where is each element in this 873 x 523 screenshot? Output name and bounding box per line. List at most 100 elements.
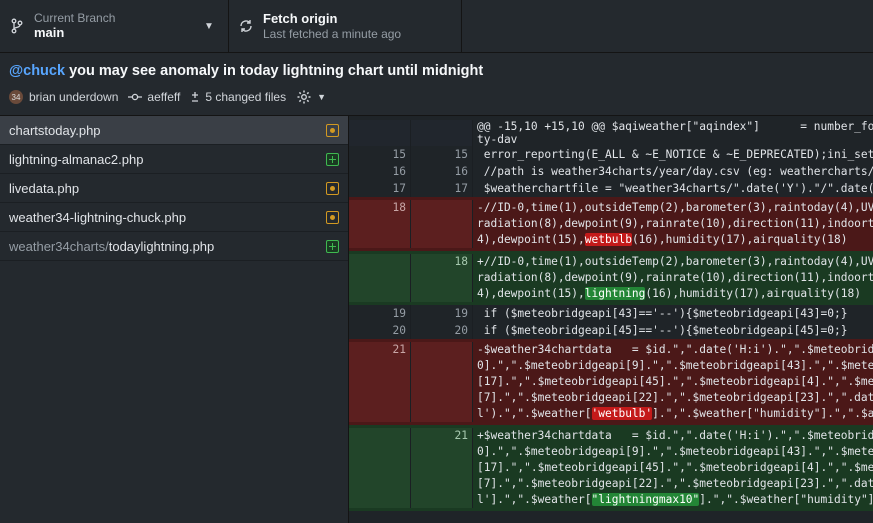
diff-deleted-line: 18 -//ID-0,time(1),outsideTemp(2),baromet… [349,197,873,251]
hash-value: aeffeff [147,90,181,104]
added-icon [326,239,339,253]
changed-files: 5 changed files [190,90,286,104]
code-line: l'].",".$weather["lightningmax10"].",".$… [477,492,873,508]
code-segment: l').",".$weather[ [477,407,592,420]
old-line-number: 17 [349,180,411,197]
chevron-down-icon: ▼ [317,92,326,102]
code-text: if ($meteobridgeapi[45]=='--'){$meteobri… [477,324,848,337]
code-line: [7].",".$meteobridgeapi[22].",".$meteobr… [477,391,873,404]
new-line-number: 18 [411,254,473,302]
new-line-number [411,342,473,422]
file-name: chartstoday.php [9,122,101,138]
code-segment: ].",".$weather["humidity"].",".$aq [652,407,873,420]
diff-view: @@ -15,10 +15,10 @@ $aqiweather["aqindex… [349,116,873,523]
old-line-number: 16 [349,163,411,180]
file-row[interactable]: weather34charts/todaylightning.php [0,232,348,261]
diff-context-line: 15 15 error_reporting(E_ALL & ~E_NOTICE &… [349,146,873,163]
old-line-number [349,254,411,302]
code-line: [17].",".$meteobridgeapi[45].",".$meteob… [477,461,873,474]
changed-token: wetbulb [584,233,632,246]
diff-context-line: 16 16 //path is weather34charts/year/day.… [349,163,873,180]
code-segment: 4),dewpoint(15), [477,287,585,300]
branch-value: main [34,25,65,40]
commit-header: @chuck you may see anomaly in today ligh… [0,53,873,116]
new-line-number: 16 [411,163,473,180]
user-mention[interactable]: @chuck [9,63,65,79]
file-row[interactable]: chartstoday.php [0,116,348,145]
settings-button[interactable]: ▼ [296,89,326,105]
added-icon [326,152,339,166]
gear-icon [297,90,311,104]
code-text: -//ID-0,time(1),outsideTemp(2),barometer… [473,200,873,248]
old-line-number: 20 [349,322,411,339]
new-line-number [411,200,473,248]
code-segment: 4),dewpoint(15), [477,233,585,246]
code-line: 0].",".$meteobridgeapi[9].",".$meteobrid… [477,445,873,458]
code-line: -$weather34chartdata = $id.",".date('H:i… [477,343,873,356]
code-segment: (16),humidity(17),airquality(18) [645,287,861,300]
branch-label: Current Branch [34,11,116,25]
diff-context-line: 20 20 if ($meteobridgeapi[45]=='--'){$met… [349,322,873,339]
toolbar: Current Branch main ▼ Fetch origin Last … [0,0,873,53]
code-line: +//ID-0,time(1),outsideTemp(2),barometer… [477,255,873,268]
hunk-header: @@ -15,10 +15,10 @@ $aqiweather["aqindex… [349,116,873,146]
fetch-subtitle: Last fetched a minute ago [263,26,402,41]
code-line: [7].",".$meteobridgeapi[22].",".$meteobr… [477,477,873,490]
code-line: [17].",".$meteobridgeapi[45].",".$meteob… [477,375,873,388]
current-branch-button[interactable]: Current Branch main ▼ [0,0,229,52]
code-line: radiation(8),dewpoint(9),rainrate(10),di… [477,217,873,230]
code-text: error_reporting(E_ALL & ~E_NOTICE & ~E_D… [477,148,873,161]
modified-icon [326,123,339,137]
file-row[interactable]: lightning-almanac2.php [0,145,348,174]
code-text: +//ID-0,time(1),outsideTemp(2),barometer… [473,254,873,302]
fetch-title: Fetch origin [263,10,338,26]
chevron-down-icon: ▼ [204,20,214,32]
code-text: -$weather34chartdata = $id.",".date('H:i… [473,342,873,422]
changed-token: lightning [584,287,646,300]
new-line-number: 17 [411,180,473,197]
changed-token: 'wetbulb' [591,407,653,420]
diff-icon [192,92,199,102]
code-text: if ($meteobridgeapi[43]=='--'){$meteobri… [477,307,848,320]
diff-added-line: 18 +//ID-0,time(1),outsideTemp(2),baromet… [349,251,873,305]
diff-context-line: 17 17 $weatherchartfile = "weather34chart… [349,180,873,197]
changed-files-count: 5 changed files [205,90,287,104]
commit-hash[interactable]: aeffeff [128,90,180,104]
branch-icon [0,18,34,34]
sync-icon [229,18,263,34]
new-line-number: 20 [411,322,473,339]
file-name: lightning-almanac2.php [9,151,144,167]
diff-added-line: 21 +$weather34chartdata = $id.",".date('H… [349,425,873,511]
file-row[interactable]: weather34-lightning-chuck.php [0,203,348,232]
diff-deleted-line: 21 -$weather34chartdata = $id.",".date('H… [349,339,873,425]
file-name: weather34charts/todaylightning.php [9,238,215,254]
commit-meta: 34 brian underdown aeffeff 5 changed fil… [9,89,336,105]
new-line-number: 15 [411,146,473,163]
code-line: l').",".$weather['wetbulb'].",".$weather… [477,406,873,422]
commit-icon [128,93,143,101]
commit-title: @chuck you may see anomaly in today ligh… [9,63,483,79]
code-text: //path is weather34charts/year/day.csv (… [477,165,873,178]
old-line-number [349,428,411,508]
code-text: $weatherchartfile = "weather34charts/".d… [477,182,873,195]
old-line-number: 21 [349,342,411,422]
code-segment: (16),humidity(17),airquality(18) [631,233,848,246]
old-line-number: 15 [349,146,411,163]
file-row[interactable]: livedata.php [0,174,348,203]
file-name: livedata.php [9,180,80,196]
code-line: radiation(8),dewpoint(9),rainrate(10),di… [477,271,873,284]
modified-icon [326,210,339,224]
new-line-number: 19 [411,305,473,322]
old-line-number: 19 [349,305,411,322]
old-line-number: 18 [349,200,411,248]
changed-files-list: chartstoday.php lightning-almanac2.php l… [0,116,349,523]
author-name: brian underdown [29,90,119,104]
new-line-number: 21 [411,428,473,508]
modified-icon [326,181,339,195]
diff-context-line: 19 19 if ($meteobridgeapi[43]=='--'){$met… [349,305,873,322]
changed-token: "lightningmax10" [591,493,700,506]
avatar: 34 [9,90,23,104]
commit-message: you may see anomaly in today lightning c… [65,63,484,79]
code-line: 4),dewpoint(15),wetbulb(16),humidity(17)… [477,232,873,248]
fetch-origin-button[interactable]: Fetch origin Last fetched a minute ago [229,0,462,52]
